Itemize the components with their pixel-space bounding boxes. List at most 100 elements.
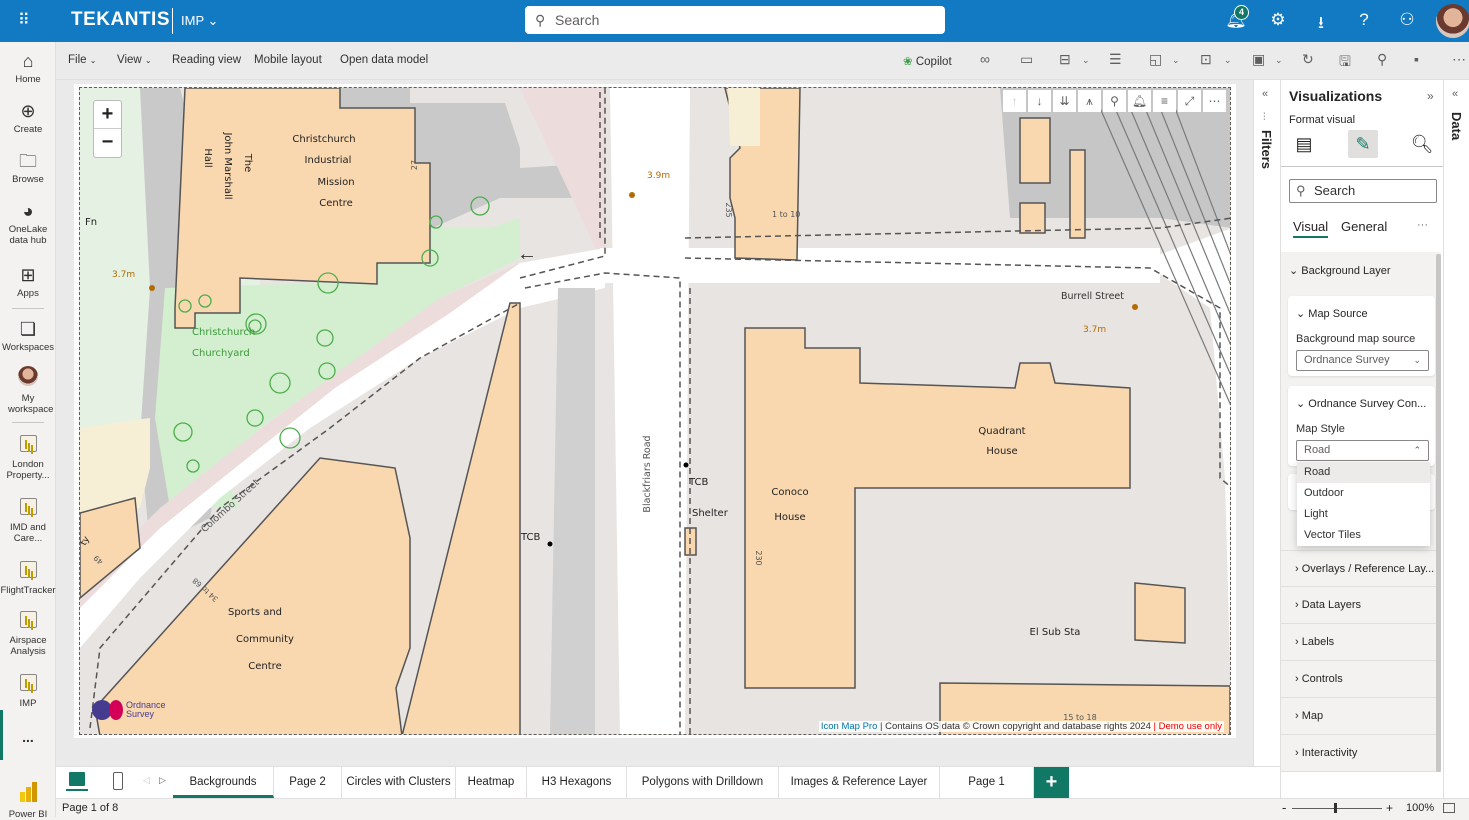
- comment-icon[interactable]: ▭: [1020, 51, 1033, 68]
- tab-general[interactable]: General: [1341, 219, 1387, 234]
- visual-interactions-icon[interactable]: ⊡: [1200, 51, 1212, 68]
- nav-workspaces[interactable]: ❏ Workspaces: [0, 318, 56, 353]
- drill-up-icon[interactable]: ↑: [1003, 90, 1026, 112]
- refresh-icon[interactable]: ↻: [1302, 51, 1314, 68]
- desktop-layout-icon[interactable]: [69, 772, 85, 786]
- shapes-icon[interactable]: ◱: [1149, 51, 1162, 68]
- more-options-icon[interactable]: ···: [1417, 219, 1428, 231]
- filters-pane[interactable]: « ⫶ Filters: [1253, 80, 1280, 766]
- nav-my-workspace[interactable]: My workspace: [0, 366, 56, 415]
- pin-icon[interactable]: ⚲: [1377, 51, 1387, 68]
- section-map[interactable]: › Map: [1281, 698, 1441, 735]
- format-visual-tab[interactable]: ✎: [1348, 130, 1378, 158]
- more-options-icon[interactable]: ⋯: [1203, 90, 1226, 112]
- map-visual[interactable]: ← Christchurch Industrial Mission Centre…: [79, 87, 1231, 735]
- file-menu[interactable]: File ⌄: [68, 54, 96, 66]
- data-pane[interactable]: « Data: [1443, 80, 1469, 798]
- nav-create[interactable]: ⊕ Create: [0, 100, 56, 135]
- nav-more[interactable]: ...: [0, 730, 56, 744]
- pin-visual-icon[interactable]: ⚲: [1103, 90, 1126, 112]
- filter-icon[interactable]: ≡: [1153, 90, 1176, 112]
- option-light[interactable]: Light: [1297, 504, 1430, 525]
- next-page-icon[interactable]: ▷: [159, 775, 166, 786]
- nav-onelake[interactable]: ◕ OneLake data hub: [0, 200, 56, 246]
- background-layer-header[interactable]: ⌄ Background Layer: [1289, 264, 1391, 277]
- nav-report-airspace[interactable]: Airspace Analysis: [0, 611, 56, 657]
- nav-report-london[interactable]: London Property...: [0, 435, 56, 481]
- zoom-slider-thumb[interactable]: [1334, 803, 1337, 813]
- page-tab-h3-hexagons[interactable]: H3 Hexagons: [527, 767, 627, 798]
- mobile-layout-icon[interactable]: [113, 772, 123, 790]
- nav-apps[interactable]: ⊞ Apps: [0, 264, 56, 299]
- nav-browse[interactable]: 🗀 Browse: [0, 150, 56, 185]
- os-config-header[interactable]: ⌄ Ordnance Survey Con...: [1296, 397, 1426, 410]
- help-icon[interactable]: ?: [1353, 10, 1375, 30]
- build-visual-tab[interactable]: ▤: [1289, 130, 1319, 158]
- open-data-model-button[interactable]: Open data model: [340, 54, 428, 66]
- collapse-left-icon[interactable]: «: [1262, 88, 1268, 100]
- add-page-button[interactable]: +: [1034, 767, 1069, 798]
- nav-report-flighttracker[interactable]: FlightTracker: [0, 561, 56, 596]
- page-tab-heatmap[interactable]: Heatmap: [456, 767, 527, 798]
- zoom-slider-track[interactable]: [1292, 808, 1382, 809]
- map-style-dropdown[interactable]: Road ⌃: [1296, 440, 1429, 461]
- more-options-icon[interactable]: ⋯: [1452, 51, 1466, 68]
- share-feedback-icon[interactable]: ⚇: [1396, 10, 1418, 30]
- alert-icon[interactable]: 🔔︎: [1128, 90, 1151, 112]
- gear-icon[interactable]: ⚙: [1267, 10, 1289, 30]
- download-icon[interactable]: ⭳: [1310, 10, 1332, 39]
- zoom-in-button[interactable]: +: [94, 101, 121, 129]
- chevron-down-icon[interactable]: ⌄: [1224, 55, 1232, 66]
- nav-home[interactable]: ⌂ Home: [0, 50, 56, 85]
- zoom-in-button[interactable]: +: [1386, 799, 1393, 817]
- zoom-out-button[interactable]: -: [1282, 799, 1286, 817]
- chevron-down-icon[interactable]: ⌄: [1172, 55, 1180, 66]
- nav-powerbi[interactable]: Power BI: [0, 782, 56, 820]
- expand-right-icon[interactable]: »: [1427, 89, 1434, 103]
- nav-report-imp[interactable]: IMP: [0, 674, 56, 709]
- format-pane-scrollbar[interactable]: [1436, 254, 1441, 772]
- nav-report-imd[interactable]: IMD and Care...: [0, 498, 56, 544]
- global-search-input[interactable]: ⚲ Search: [525, 6, 945, 34]
- section-controls[interactable]: › Controls: [1281, 661, 1441, 698]
- mobile-layout-button[interactable]: Mobile layout: [254, 54, 322, 66]
- section-data-layers[interactable]: › Data Layers: [1281, 587, 1441, 624]
- chevron-down-icon[interactable]: ⌄: [1082, 55, 1090, 66]
- map-tiles[interactable]: ← Christchurch Industrial Mission Centre…: [80, 88, 1231, 735]
- avatar[interactable]: [1436, 4, 1469, 38]
- workspace-switcher[interactable]: IMP ⌄: [181, 13, 218, 29]
- view-menu[interactable]: View ⌄: [117, 54, 152, 66]
- option-outdoor[interactable]: Outdoor: [1297, 483, 1430, 504]
- prev-page-icon[interactable]: ◁: [143, 775, 150, 786]
- section-api-keys[interactable]: › API Keys: [1281, 764, 1441, 772]
- section-overlays[interactable]: › Overlays / Reference Lay...: [1281, 550, 1441, 587]
- page-tab-polygons-with-drilldown[interactable]: Polygons with Drilldown: [627, 767, 779, 798]
- page-tab-page-2[interactable]: Page 2: [274, 767, 342, 798]
- page-tab-images-reference-layer[interactable]: Images & Reference Layer: [779, 767, 940, 798]
- icon-map-pro-link[interactable]: Icon Map Pro: [821, 721, 878, 732]
- background-map-source-dropdown[interactable]: Ordnance Survey ⌄: [1296, 350, 1429, 371]
- format-search-input[interactable]: ⚲ Search: [1289, 179, 1437, 203]
- reading-view-button[interactable]: Reading view: [172, 54, 241, 66]
- brand-logo[interactable]: TEKANTIS: [71, 9, 170, 31]
- tab-visual[interactable]: Visual: [1293, 219, 1329, 238]
- chevron-down-icon[interactable]: ⌄: [1275, 55, 1283, 66]
- copilot-button[interactable]: ❀ Copilot: [903, 54, 952, 68]
- layout-icon[interactable]: ▣: [1252, 51, 1265, 68]
- analytics-tab[interactable]: 🔍︎: [1407, 130, 1437, 158]
- text-box-icon[interactable]: ☰: [1109, 51, 1122, 68]
- smart-narrative-icon[interactable]: ⊟: [1059, 51, 1071, 68]
- page-tab-circles-with-clusters[interactable]: Circles with Clusters: [342, 767, 456, 798]
- go-to-next-level-icon[interactable]: ⇊: [1053, 90, 1076, 112]
- teams-icon[interactable]: ▪: [1414, 51, 1419, 67]
- binoculars-icon[interactable]: ∞: [980, 51, 990, 67]
- save-icon[interactable]: 🖫: [1339, 51, 1351, 75]
- map-source-header[interactable]: ⌄ Map Source: [1296, 307, 1368, 320]
- option-road[interactable]: Road: [1297, 462, 1430, 483]
- app-launcher-icon[interactable]: ⠿: [18, 12, 38, 30]
- drill-down-icon[interactable]: ↓: [1028, 90, 1051, 112]
- expand-hierarchy-icon[interactable]: ⩚: [1078, 90, 1101, 112]
- section-labels[interactable]: › Labels: [1281, 624, 1441, 661]
- focus-mode-icon[interactable]: ⤢: [1178, 90, 1201, 112]
- page-tab-backgrounds[interactable]: Backgrounds: [173, 767, 274, 798]
